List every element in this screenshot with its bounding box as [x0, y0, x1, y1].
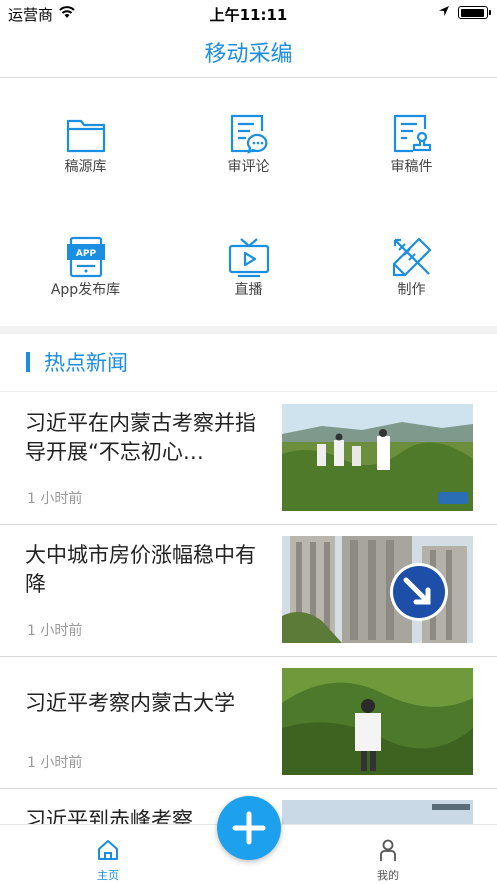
news-headline: 习近平在内蒙古考察并指导开展“不忘初心… — [25, 411, 256, 464]
hot-news-header: 热点新闻 — [0, 334, 497, 392]
nav-bar: 移动采编 — [0, 26, 497, 78]
news-thumbnail — [282, 536, 473, 643]
battery-icon — [458, 6, 491, 19]
user-icon — [380, 839, 396, 861]
grid-item-review-comments[interactable]: 审评论 — [166, 78, 331, 202]
app-publish-icon: APP — [67, 236, 105, 278]
tab-label: 我的 — [377, 869, 399, 882]
folder-icon — [66, 119, 106, 153]
news-item[interactable]: 习近平在内蒙古考察并指导开展“不忘初心… 1 小时前 — [0, 392, 497, 525]
ruler-pencil-icon — [392, 237, 432, 277]
function-grid: 稿源库 审评论 审稿件 APP App发布库 直播 制作 — [0, 78, 497, 326]
grid-item-label: 稿源库 — [64, 159, 107, 175]
grid-item-label: 制作 — [397, 282, 426, 298]
location-arrow-icon — [439, 6, 449, 16]
news-item[interactable]: 习近平考察内蒙古大学 1 小时前 — [0, 656, 497, 789]
grid-item-label: App发布库 — [50, 282, 121, 298]
news-time: 1 小时前 — [27, 755, 83, 771]
grid-item-label: 审稿件 — [390, 159, 433, 175]
grid-item-production[interactable]: 制作 — [329, 202, 494, 326]
document-stamp-icon — [393, 114, 432, 153]
grid-item-app-publish[interactable]: APP App发布库 — [3, 202, 168, 326]
news-time: 1 小时前 — [27, 623, 83, 639]
news-time: 1 小时前 — [27, 491, 83, 507]
grid-item-review-manuscripts[interactable]: 审稿件 — [329, 78, 494, 202]
section-title: 热点新闻 — [44, 351, 128, 375]
tab-home[interactable]: 主页 — [58, 825, 158, 884]
add-button[interactable] — [217, 796, 281, 860]
news-headline: 习近平考察内蒙古大学 — [25, 691, 235, 715]
grid-item-source-library[interactable]: 稿源库 — [3, 78, 168, 202]
news-thumbnail — [282, 404, 473, 511]
clock: 上午11:11 — [209, 6, 288, 24]
status-bar: 运营商 上午11:11 — [0, 0, 497, 26]
home-icon — [98, 840, 118, 860]
tv-live-icon — [228, 238, 270, 278]
tab-label: 主页 — [97, 869, 119, 882]
section-divider — [0, 326, 497, 334]
comment-review-icon — [230, 114, 268, 155]
plus-icon — [232, 811, 266, 845]
svg-text:APP: APP — [76, 249, 97, 259]
news-item[interactable]: 大中城市房价涨幅稳中有降 1 小时前 — [0, 524, 497, 657]
news-thumbnail — [282, 668, 473, 775]
page-title: 移动采编 — [204, 42, 293, 67]
grid-item-label: 审评论 — [227, 159, 270, 175]
tab-mine[interactable]: 我的 — [338, 825, 438, 884]
section-accent-bar — [26, 352, 30, 372]
grid-item-label: 直播 — [234, 282, 263, 298]
news-headline: 大中城市房价涨幅稳中有降 — [25, 543, 256, 596]
grid-item-live[interactable]: 直播 — [166, 202, 331, 326]
